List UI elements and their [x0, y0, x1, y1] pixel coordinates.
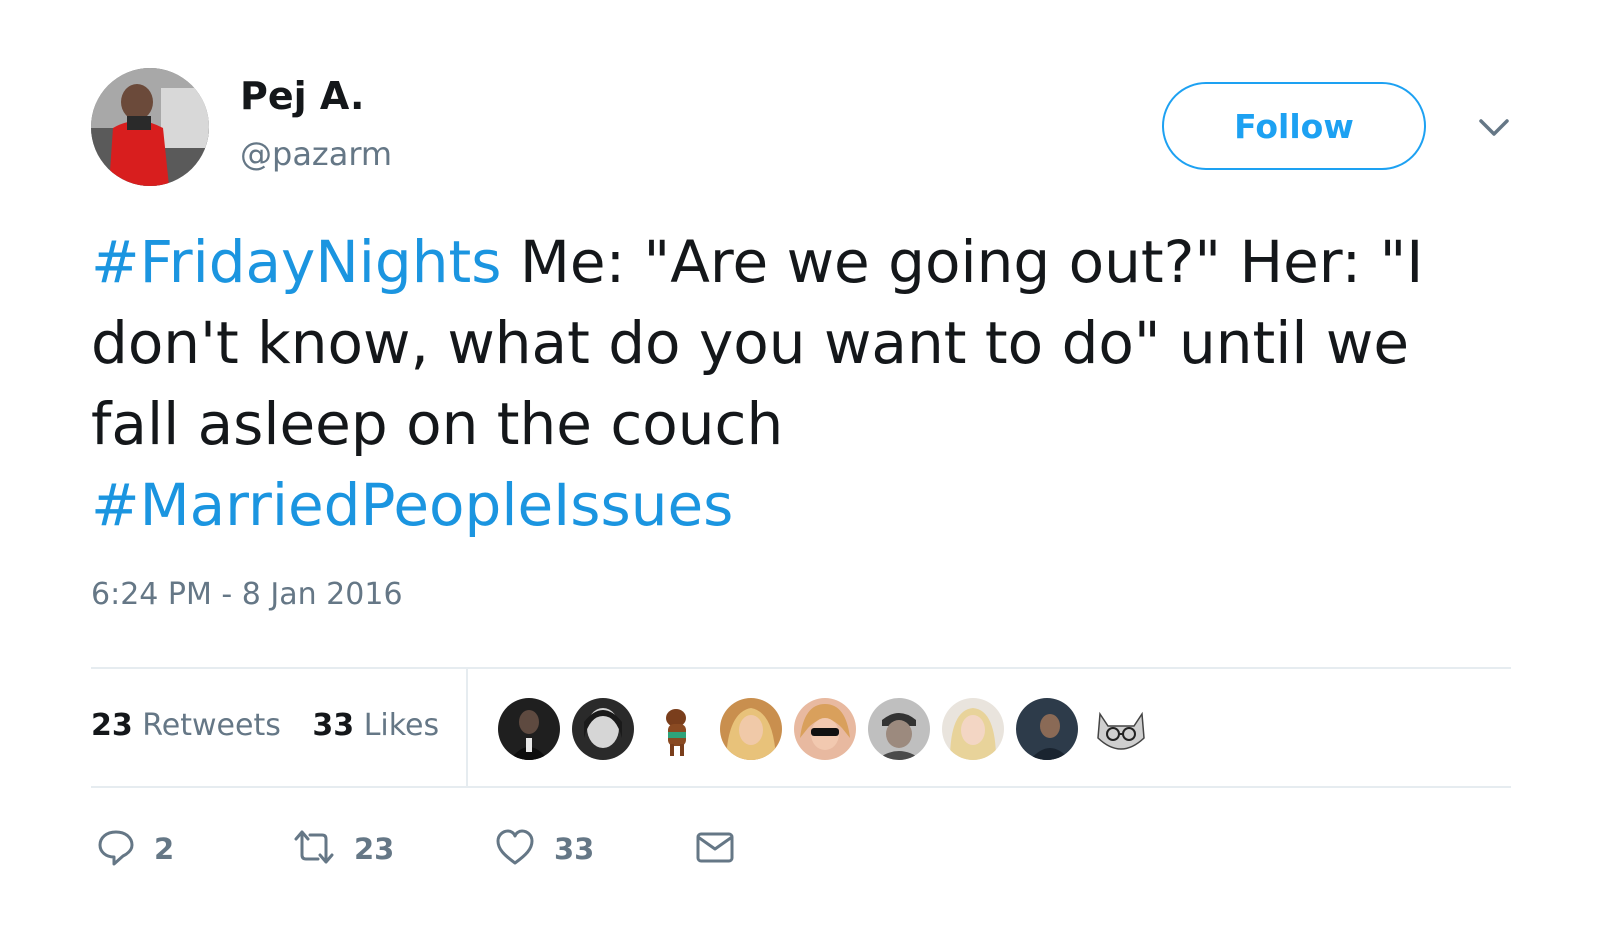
- tweet-text-span: Me: "Are we going out?" Her: "I: [501, 228, 1424, 296]
- follow-button[interactable]: Follow: [1162, 82, 1426, 170]
- retweet-button[interactable]: 23: [292, 824, 394, 874]
- reply-icon: [96, 827, 136, 871]
- reply-count: 2: [154, 832, 175, 866]
- liker-avatar-1[interactable]: [498, 698, 560, 760]
- liker-avatar-5[interactable]: [794, 698, 856, 760]
- tweet-line: #FridayNights Me: "Are we going out?" He…: [91, 222, 1521, 303]
- likes-count: 33: [312, 708, 355, 743]
- tweet-stats: 23 Retweets 33 Likes: [91, 706, 461, 746]
- liker-avatar-4[interactable]: [720, 698, 782, 760]
- envelope-icon: [694, 827, 736, 871]
- divider-top: [91, 667, 1511, 669]
- liker-avatar-8[interactable]: [1016, 698, 1078, 760]
- direct-message-button[interactable]: [694, 824, 736, 874]
- author-avatar[interactable]: [91, 68, 209, 186]
- retweet-icon: [292, 827, 336, 871]
- likes-label: Likes: [363, 708, 440, 743]
- tweet-text-span: fall asleep on the couch: [91, 390, 784, 458]
- author-display-name[interactable]: Pej A.: [240, 72, 364, 120]
- author-handle[interactable]: @pazarm: [240, 134, 392, 174]
- tweet-text-span: don't know, what do you want to do" unti…: [91, 309, 1410, 377]
- liker-avatar-6[interactable]: [868, 698, 930, 760]
- hashtag-link[interactable]: #MarriedPeopleIssues: [91, 471, 733, 539]
- liker-avatars: [498, 698, 1152, 760]
- reply-button[interactable]: 2: [96, 824, 174, 874]
- tweet-timestamp[interactable]: 6:24 PM - 8 Jan 2016: [91, 575, 403, 615]
- liker-avatar-9[interactable]: [1090, 698, 1152, 760]
- like-count: 33: [554, 832, 595, 866]
- retweets-stat[interactable]: 23 Retweets: [91, 708, 281, 743]
- hashtag-link[interactable]: #FridayNights: [91, 228, 501, 296]
- likes-stat[interactable]: 33 Likes: [312, 708, 439, 743]
- divider-bottom: [91, 786, 1511, 788]
- stats-divider: [466, 667, 468, 787]
- tweet-line: #MarriedPeopleIssues: [91, 465, 1521, 546]
- tweet-line: fall asleep on the couch: [91, 384, 1521, 465]
- tweet-text: #FridayNights Me: "Are we going out?" He…: [91, 222, 1521, 546]
- like-button[interactable]: 33: [494, 824, 594, 874]
- liker-avatar-7[interactable]: [942, 698, 1004, 760]
- retweet-count: 23: [354, 832, 395, 866]
- retweets-count: 23: [91, 708, 133, 743]
- liker-avatar-3[interactable]: [646, 698, 708, 760]
- chevron-down-icon[interactable]: [1478, 116, 1510, 140]
- retweets-label: Retweets: [142, 708, 281, 743]
- heart-icon: [494, 827, 536, 871]
- author-photo: [91, 68, 209, 186]
- tweet-line: don't know, what do you want to do" unti…: [91, 303, 1521, 384]
- tweet-card: Pej A. @pazarm Follow #FridayNights Me: …: [0, 0, 1600, 926]
- liker-avatar-2[interactable]: [572, 698, 634, 760]
